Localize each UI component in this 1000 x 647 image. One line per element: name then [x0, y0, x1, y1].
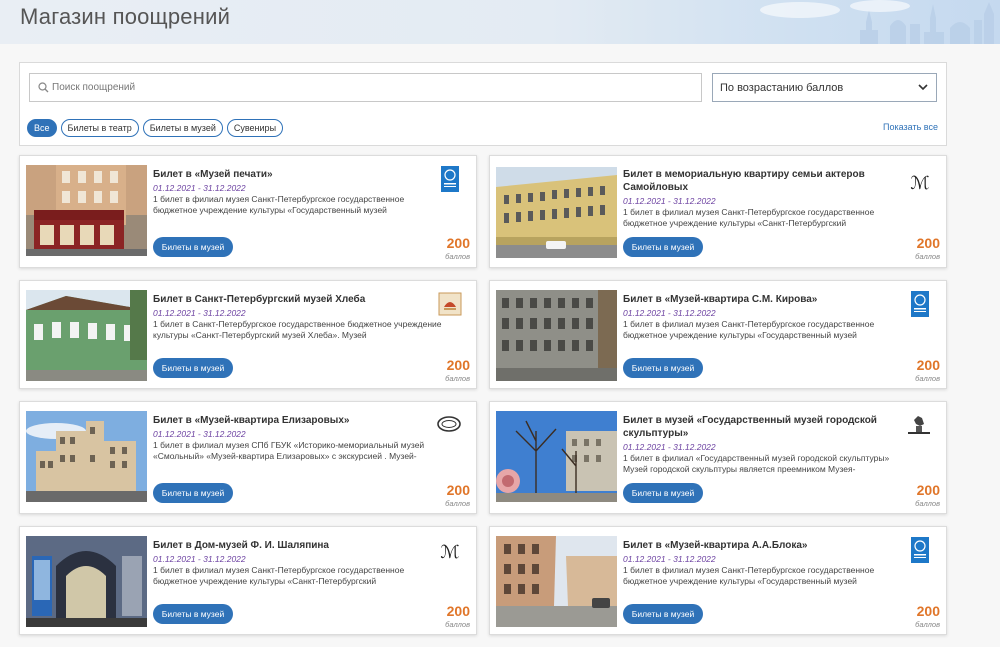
reward-title[interactable]: Билет в музей «Государственный музей гор… — [623, 414, 913, 440]
page-title: Магазин поощрений — [20, 4, 231, 29]
reward-points-label: баллов — [915, 499, 940, 508]
reward-dates: 01.12.2021 - 31.12.2022 — [153, 554, 246, 564]
reward-points: 200 — [916, 357, 940, 373]
reward-info: 01.12.2021 - 31.12.2022 1 билет в филиал… — [623, 553, 913, 587]
bread-museum-logo-icon — [438, 292, 462, 316]
reward-points-label: баллов — [445, 252, 470, 261]
category-button[interactable]: Билеты в музей — [153, 358, 233, 378]
sort-selected-value: По возрастанию баллов — [720, 82, 844, 94]
reward-points-label: баллов — [445, 499, 470, 508]
reward-points-label: баллов — [445, 374, 470, 383]
reward-photo — [496, 167, 617, 258]
reward-info: 01.12.2021 - 31.12.2022 1 билет в филиал… — [623, 195, 913, 229]
chip-theatre-tickets[interactable]: Билеты в театр — [60, 119, 139, 137]
reward-card[interactable]: Билет в мемориальную квартиру семьи акте… — [489, 155, 947, 268]
reward-points: 200 — [446, 235, 470, 251]
smolny-museum-logo-icon — [437, 416, 461, 432]
reward-dates: 01.12.2021 - 31.12.2022 — [153, 183, 246, 193]
svg-text:ℳ: ℳ — [440, 542, 459, 563]
category-button[interactable]: Билеты в музей — [153, 483, 233, 503]
reward-description: 1 билет в филиал музея Санкт-Петербургск… — [153, 194, 405, 215]
reward-card[interactable]: Билет в «Музей-квартира А.А.Блока» 01.12… — [489, 526, 947, 635]
page-header: Магазин поощрений — [0, 0, 1000, 44]
theatre-museum-logo-icon: ℳ — [910, 173, 929, 194]
category-button[interactable]: Билеты в музей — [623, 237, 703, 257]
reward-photo — [496, 411, 617, 502]
reward-points-label: баллов — [915, 252, 940, 261]
reward-title[interactable]: Билет в «Музей печати» — [153, 168, 443, 181]
chip-souvenirs[interactable]: Сувениры — [226, 119, 284, 137]
sculpture-museum-logo-icon — [908, 416, 930, 434]
reward-points: 200 — [916, 482, 940, 498]
reward-title[interactable]: Билет в Дом-музей Ф. И. Шаляпина — [153, 539, 443, 552]
show-all-link[interactable]: Показать все — [883, 122, 938, 132]
reward-info: 01.12.2021 - 31.12.2022 1 билет в филиал… — [153, 428, 443, 462]
reward-points-label: баллов — [915, 374, 940, 383]
reward-dates: 01.12.2021 - 31.12.2022 — [623, 196, 716, 206]
reward-dates: 01.12.2021 - 31.12.2022 — [623, 554, 716, 564]
reward-description: 1 билет в филиал музея Санкт-Петербургск… — [623, 565, 875, 586]
category-button[interactable]: Билеты в музей — [623, 358, 703, 378]
filter-panel: По возрастанию баллов Все Билеты в театр… — [19, 62, 947, 146]
reward-dates: 01.12.2021 - 31.12.2022 — [623, 308, 716, 318]
reward-points: 200 — [916, 235, 940, 251]
reward-info: 01.12.2021 - 31.12.2022 1 билет в филиал… — [153, 553, 443, 587]
category-button[interactable]: Билеты в музей — [153, 237, 233, 257]
reward-info: 01.12.2021 - 31.12.2022 1 билет в Санкт-… — [153, 307, 443, 341]
reward-points-label: баллов — [915, 620, 940, 629]
reward-points: 200 — [916, 603, 940, 619]
reward-dates: 01.12.2021 - 31.12.2022 — [623, 442, 716, 452]
category-button[interactable]: Билеты в музей — [153, 604, 233, 624]
reward-points: 200 — [446, 357, 470, 373]
reward-info: 01.12.2021 - 31.12.2022 1 билет в филиал… — [623, 307, 913, 341]
reward-card[interactable]: Билет в «Музей-квартира Елизаровых» 01.1… — [19, 401, 477, 514]
reward-description: 1 билет в филиал музея Санкт-Петербургск… — [153, 565, 405, 586]
reward-photo — [26, 411, 147, 502]
reward-points-label: баллов — [445, 620, 470, 629]
reward-info: 01.12.2021 - 31.12.2022 1 билет в филиал… — [153, 182, 443, 216]
reward-photo — [26, 536, 147, 627]
reward-photo — [496, 536, 617, 627]
category-button[interactable]: Билеты в музей — [623, 604, 703, 624]
reward-points: 200 — [446, 603, 470, 619]
reward-card[interactable]: Билет в Дом-музей Ф. И. Шаляпина 01.12.2… — [19, 526, 477, 635]
theatre-museum-logo-icon: ℳ — [440, 542, 459, 563]
reward-description: 1 билет в филиал «Государственный музей … — [623, 453, 890, 474]
reward-description: 1 билет в филиал музея Санкт-Петербургск… — [623, 207, 875, 228]
museum-history-logo-icon — [911, 291, 929, 317]
chip-museum-tickets[interactable]: Билеты в музей — [142, 119, 223, 137]
museum-history-logo-icon — [911, 537, 929, 563]
reward-photo — [496, 290, 617, 381]
chevron-down-icon — [918, 84, 928, 91]
chip-all[interactable]: Все — [27, 119, 57, 137]
city-skyline-decoration — [760, 0, 994, 44]
reward-description: 1 билет в Санкт-Петербургское государств… — [153, 319, 442, 340]
reward-title[interactable]: Билет в «Музей-квартира С.М. Кирова» — [623, 293, 913, 306]
reward-card[interactable]: Билет в Санкт-Петербургский музей Хлеба … — [19, 280, 477, 389]
reward-title[interactable]: Билет в «Музей-квартира А.А.Блока» — [623, 539, 913, 552]
category-button[interactable]: Билеты в музей — [623, 483, 703, 503]
reward-photo — [26, 290, 147, 381]
reward-title[interactable]: Билет в «Музей-квартира Елизаровых» — [153, 414, 443, 427]
sort-select[interactable]: По возрастанию баллов — [712, 73, 937, 102]
reward-dates: 01.12.2021 - 31.12.2022 — [153, 429, 246, 439]
museum-history-logo-icon — [441, 166, 459, 192]
reward-description: 1 билет в филиал музея Санкт-Петербургск… — [623, 319, 875, 340]
reward-title[interactable]: Билет в Санкт-Петербургский музей Хлеба — [153, 293, 443, 306]
reward-card[interactable]: Билет в музей «Государственный музей гор… — [489, 401, 947, 514]
reward-points: 200 — [446, 482, 470, 498]
reward-dates: 01.12.2021 - 31.12.2022 — [153, 308, 246, 318]
reward-card[interactable]: Билет в «Музей-квартира С.М. Кирова» 01.… — [489, 280, 947, 389]
reward-info: 01.12.2021 - 31.12.2022 1 билет в филиал… — [623, 441, 913, 475]
reward-description: 1 билет в филиал музея СПб ГБУК «Историк… — [153, 440, 425, 461]
search-icon — [38, 82, 49, 93]
reward-card[interactable]: Билет в «Музей печати» 01.12.2021 - 31.1… — [19, 155, 477, 268]
category-chips: Все Билеты в театр Билеты в музей Сувени… — [27, 119, 284, 137]
search-input[interactable] — [52, 74, 692, 101]
svg-text:ℳ: ℳ — [910, 173, 929, 194]
reward-photo — [26, 165, 147, 256]
search-box[interactable] — [29, 73, 702, 102]
reward-title[interactable]: Билет в мемориальную квартиру семьи акте… — [623, 168, 913, 194]
